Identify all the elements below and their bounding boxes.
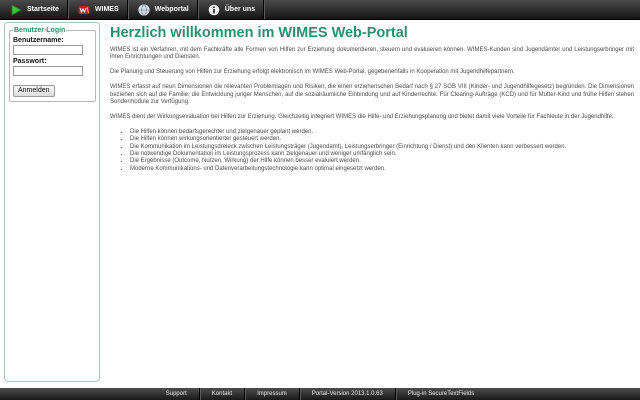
top-navigation-bar: Startseite WIMES Webportal Über uns — [0, 0, 640, 20]
list-item: Die notwendige Dokumentation im Leistung… — [130, 151, 634, 158]
nav-item-label: WIMES — [94, 6, 119, 13]
main-content: Herzlich willkommen im WIMES Web-Portal … — [110, 24, 634, 173]
nav-item-label: Startseite — [27, 6, 59, 13]
list-item: Die Kommunikation im Leistungsdreieck zw… — [130, 144, 634, 151]
password-input[interactable] — [13, 66, 83, 76]
nav-item-ueber-uns[interactable]: Über uns — [198, 0, 263, 19]
main-nav: Startseite WIMES Webportal Über uns — [0, 0, 640, 19]
footer-link-impressum[interactable]: Impressum — [245, 391, 299, 397]
login-button[interactable]: Anmelden — [13, 84, 55, 97]
nav-item-label: Webportal — [154, 6, 189, 13]
play-icon — [10, 3, 22, 16]
info-icon — [208, 4, 220, 16]
footer-link-support[interactable]: Support — [154, 391, 199, 397]
footer-bar: Support Kontakt Impressum Portal-Version… — [0, 388, 640, 400]
evaluation-paragraph: WIMES dient der Wirkungsevaluation bei H… — [110, 113, 614, 120]
nav-divider — [263, 0, 265, 19]
globe-icon — [138, 3, 150, 16]
footer-link-plugin[interactable]: Plug-in SecureTextFields — [396, 391, 486, 397]
login-legend: Benutzer-Login — [14, 27, 66, 34]
page-title: Herzlich willkommen im WIMES Web-Portal — [110, 25, 408, 41]
list-item: Moderne Kommunikations- und Datenverarbe… — [130, 166, 634, 173]
username-input[interactable] — [13, 45, 83, 55]
list-item: Die Hilfen können wirkungsorientierter g… — [130, 136, 634, 143]
login-form: Benutzer-Login Benutzername: Passwort: A… — [9, 27, 96, 102]
nav-item-wimes[interactable]: WIMES — [68, 0, 127, 19]
planning-paragraph: Die Planung und Steuerung von Hilfen zur… — [110, 69, 515, 76]
username-label: Benutzername: — [13, 37, 64, 44]
nav-item-startseite[interactable]: Startseite — [0, 0, 67, 19]
footer-portal-version: Portal-Version 2013.1.0.63 — [311, 391, 383, 397]
password-label: Passwort: — [13, 58, 47, 65]
dimensions-paragraph: WIMES erfasst auf neun Dimensionen die r… — [110, 84, 634, 106]
wimes-logo-icon — [78, 4, 90, 16]
nav-item-webportal[interactable]: Webportal — [128, 0, 197, 19]
benefits-list: Die Hilfen können bedarfsgerechter und z… — [110, 129, 634, 173]
nav-item-label: Über uns — [224, 6, 256, 13]
sidebar: Benutzer-Login Benutzername: Passwort: A… — [4, 22, 100, 382]
footer-link-kontakt[interactable]: Kontakt — [200, 391, 244, 397]
list-item: Die Ergebnisse (Outcome, Nutzen, Wirkung… — [130, 158, 634, 165]
list-item: Die Hilfen können bedarfsgerechter und z… — [130, 129, 634, 136]
intro-paragraph: WIMES ist ein Verfahren, mit dem Fachkrä… — [110, 47, 634, 61]
